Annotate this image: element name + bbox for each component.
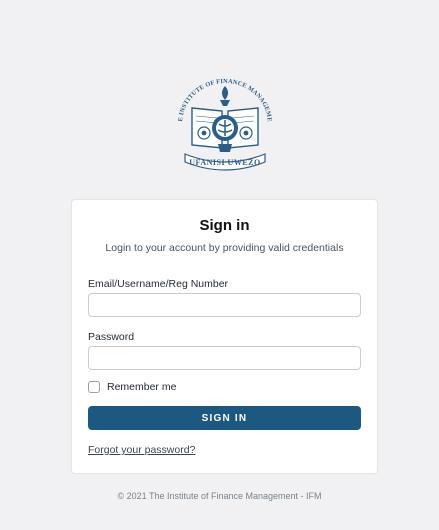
remember-me-checkbox[interactable] xyxy=(88,381,100,393)
password-input[interactable] xyxy=(88,346,361,370)
signin-button[interactable]: SIGN IN xyxy=(88,406,361,430)
ifm-emblem-icon: THE INSTITUTE OF FINANCE MANAGEMENT UFAN… xyxy=(167,73,273,171)
forgot-password-link[interactable]: Forgot your password? xyxy=(88,444,195,456)
signin-card: Sign in Login to your account by providi… xyxy=(71,199,378,474)
email-label: Email/Username/Reg Number xyxy=(88,278,229,290)
ifm-logo: THE INSTITUTE OF FINANCE MANAGEMENT UFAN… xyxy=(167,73,280,174)
signin-subtitle: Login to your account by providing valid… xyxy=(105,242,344,254)
signin-title: Sign in xyxy=(199,217,250,234)
password-label: Password xyxy=(88,331,135,343)
remember-me-row[interactable]: Remember me xyxy=(88,381,176,393)
footer-copyright: © 2021 The Institute of Finance Manageme… xyxy=(117,491,322,501)
logo-motto: UFANISI UWEZO xyxy=(189,158,260,167)
email-input[interactable] xyxy=(88,293,361,317)
remember-me-label[interactable]: Remember me xyxy=(107,381,176,393)
